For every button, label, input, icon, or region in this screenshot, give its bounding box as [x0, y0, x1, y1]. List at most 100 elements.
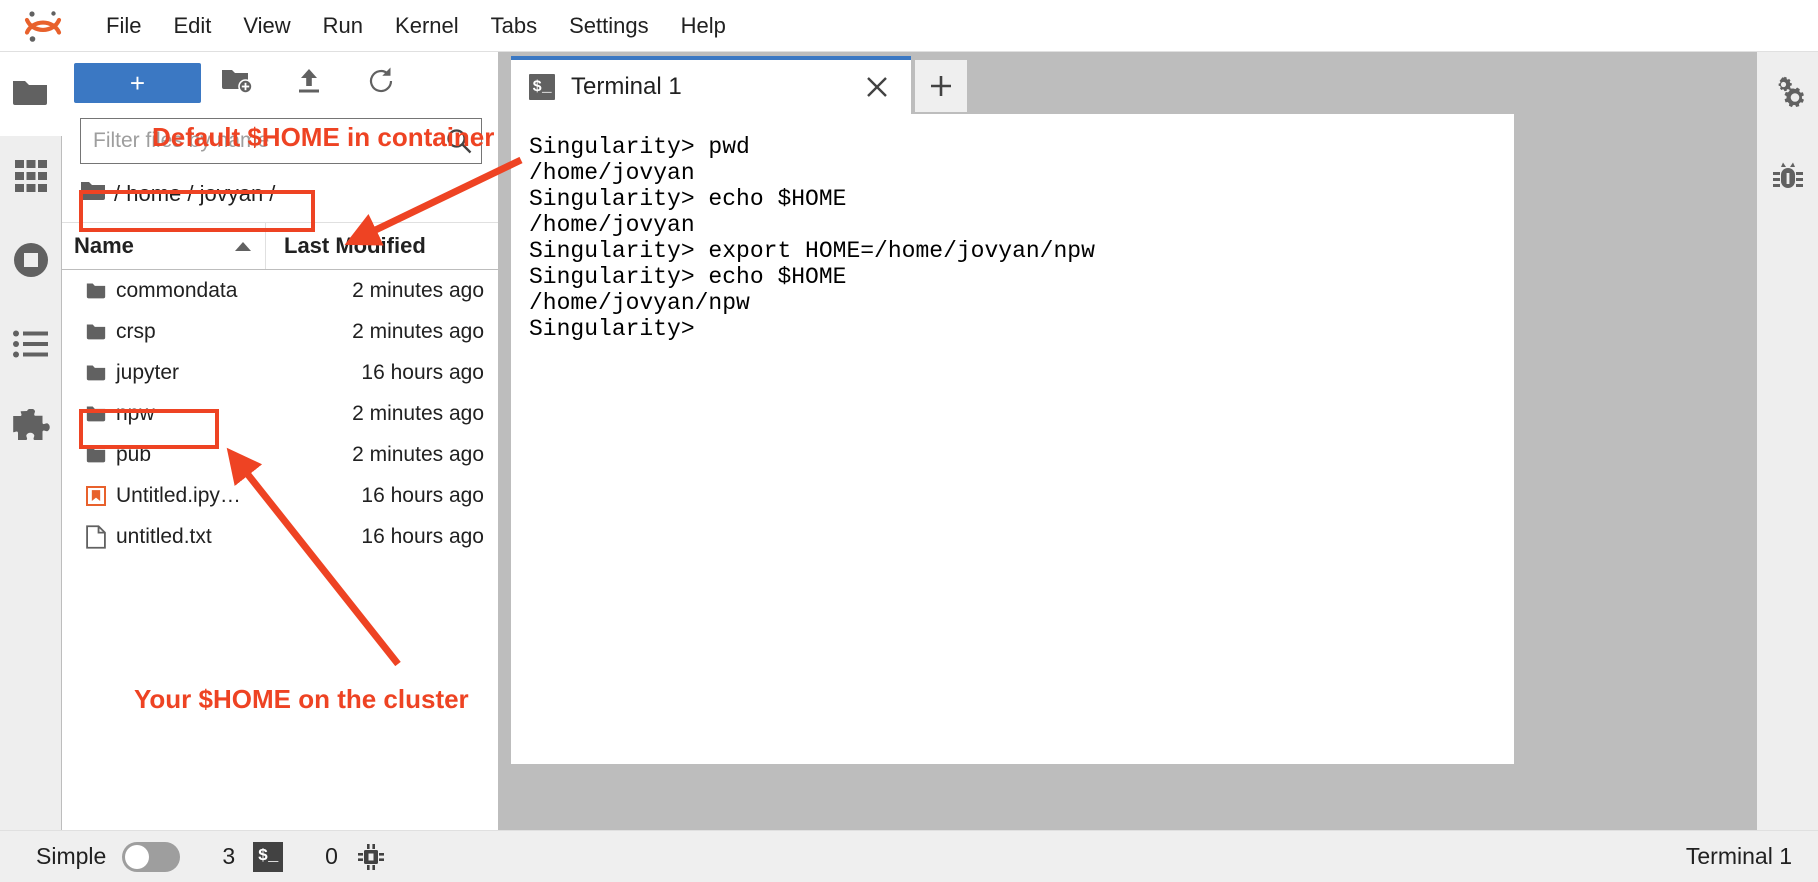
menu-item-help[interactable]: Help — [665, 7, 742, 45]
file-browser-toolbar: + — [62, 52, 498, 114]
terminal-line: Singularity> echo $HOME — [529, 264, 847, 290]
list-item[interactable]: crsp 2 minutes ago — [62, 311, 498, 352]
file-modified: 2 minutes ago — [352, 278, 484, 302]
terminal-line: /home/jovyan — [529, 212, 695, 238]
menu-items: File Edit View Run Kernel Tabs Settings … — [90, 7, 742, 45]
simple-mode-toggle[interactable] — [122, 841, 181, 872]
file-modified: 16 hours ago — [361, 524, 484, 548]
file-name: Untitled.ipy… — [116, 483, 241, 507]
new-folder-button[interactable] — [201, 63, 273, 103]
terminal-count[interactable]: 3 — [222, 843, 235, 870]
puzzle-icon — [12, 408, 50, 452]
sidebar-item-extensions[interactable] — [0, 388, 62, 472]
sidebar-item-file-browser[interactable] — [0, 52, 62, 136]
menu-item-tabs[interactable]: Tabs — [475, 7, 553, 45]
notebook-icon — [62, 484, 106, 508]
file-name: jupyter — [116, 360, 180, 384]
file-name: pub — [116, 442, 152, 466]
terminal-line: Singularity> echo $HOME — [529, 186, 847, 212]
sidebar-item-property-inspector[interactable] — [1757, 52, 1818, 136]
textfile-icon — [62, 524, 106, 550]
tab-bar: $_ Terminal 1 — [499, 52, 1756, 114]
terminal-line: Singularity> — [529, 316, 695, 342]
left-sidebar — [0, 52, 62, 830]
menu-item-settings[interactable]: Settings — [553, 7, 665, 45]
file-list: commondata 2 minutes ago crsp 2 minutes … — [62, 270, 498, 557]
file-name: untitled.txt — [116, 524, 212, 548]
status-bar-active-item[interactable]: Terminal 1 — [1686, 843, 1792, 870]
terminal-output[interactable]: Singularity> pwd /home/jovyan Singularit… — [511, 114, 1514, 764]
terminal-icon[interactable]: $_ — [253, 841, 284, 872]
toggle-knob — [125, 844, 150, 869]
kernel-count[interactable]: 0 — [325, 843, 338, 870]
file-modified: 2 minutes ago — [352, 442, 484, 466]
file-name: npw — [116, 401, 155, 425]
file-list-header: Name Last Modified — [62, 222, 498, 270]
list-icon — [12, 330, 49, 363]
main-dock-area: $_ Terminal 1 Singularity> pwd /home/jov… — [499, 52, 1756, 830]
tab-terminal-1[interactable]: $_ Terminal 1 — [511, 56, 911, 114]
folder-icon — [62, 281, 106, 301]
upload-icon — [295, 67, 323, 100]
file-browser-panel: + Filter files by name / home / jovyan /… — [62, 52, 499, 830]
column-header-name-label: Name — [74, 233, 134, 258]
folder-icon — [62, 322, 106, 342]
breadcrumb[interactable]: / home / jovyan / — [80, 174, 482, 214]
sidebar-item-toc[interactable] — [0, 304, 62, 388]
sidebar-item-debugger[interactable] — [1757, 136, 1818, 220]
jupyterlab-window: File Edit View Run Kernel Tabs Settings … — [0, 0, 1818, 882]
search-input[interactable] — [81, 129, 437, 153]
list-item[interactable]: npw 2 minutes ago — [62, 393, 498, 434]
folder-icon — [62, 363, 106, 383]
new-tab-button[interactable] — [915, 60, 967, 112]
right-sidebar — [1756, 52, 1818, 830]
search-icon[interactable] — [437, 127, 481, 155]
gears-icon — [1770, 74, 1806, 115]
file-modified: 16 hours ago — [361, 483, 484, 507]
menu-item-edit[interactable]: Edit — [157, 7, 227, 45]
file-filter[interactable] — [80, 118, 482, 164]
bug-icon — [1771, 159, 1805, 198]
column-header-name[interactable]: Name — [62, 223, 266, 269]
stop-circle-icon — [12, 241, 50, 284]
file-modified: 2 minutes ago — [352, 319, 484, 343]
menu-item-view[interactable]: View — [227, 7, 306, 45]
breadcrumb-folder-icon[interactable] — [80, 180, 106, 208]
column-header-last-modified-label: Last Modified — [284, 233, 426, 258]
sidebar-item-running[interactable] — [0, 220, 62, 304]
list-item[interactable]: pub 2 minutes ago — [62, 434, 498, 475]
kernel-icon[interactable] — [356, 842, 386, 872]
menu-bar: File Edit View Run Kernel Tabs Settings … — [0, 0, 1818, 52]
file-name: crsp — [116, 319, 156, 343]
folder-icon — [62, 404, 106, 424]
status-bar: Simple 3 $_ 0 Terminal 1 — [0, 830, 1818, 882]
list-item[interactable]: Untitled.ipy… 16 hours ago — [62, 475, 498, 516]
refresh-icon — [366, 66, 396, 101]
menu-item-kernel[interactable]: Kernel — [379, 7, 475, 45]
folder-icon — [11, 76, 49, 113]
terminal-line: /home/jovyan/npw — [529, 290, 750, 316]
file-modified: 2 minutes ago — [352, 401, 484, 425]
jupyter-logo — [16, 6, 70, 46]
menu-item-file[interactable]: File — [90, 7, 157, 45]
upload-button[interactable] — [273, 63, 345, 103]
new-launcher-button[interactable]: + — [74, 63, 201, 103]
file-modified: 16 hours ago — [361, 360, 484, 384]
list-item[interactable]: untitled.txt 16 hours ago — [62, 516, 498, 557]
column-header-last-modified[interactable]: Last Modified — [266, 223, 498, 269]
terminal-line: Singularity> pwd — [529, 134, 750, 160]
file-name: commondata — [116, 278, 238, 302]
terminal-icon: $_ — [529, 74, 555, 100]
sidebar-item-launcher[interactable] — [0, 136, 62, 220]
list-item[interactable]: jupyter 16 hours ago — [62, 352, 498, 393]
status-bar-left: Simple 3 $_ 0 — [36, 841, 386, 872]
terminal-line: Singularity> export HOME=/home/jovyan/np… — [529, 238, 1095, 264]
breadcrumb-path[interactable]: / home / jovyan / — [114, 181, 275, 207]
tab-label: Terminal 1 — [571, 73, 682, 100]
refresh-button[interactable] — [345, 63, 417, 103]
close-icon[interactable] — [855, 65, 899, 109]
menu-item-run[interactable]: Run — [307, 7, 379, 45]
grid-icon — [14, 159, 48, 198]
sort-ascending-icon — [233, 233, 253, 259]
list-item[interactable]: commondata 2 minutes ago — [62, 270, 498, 311]
